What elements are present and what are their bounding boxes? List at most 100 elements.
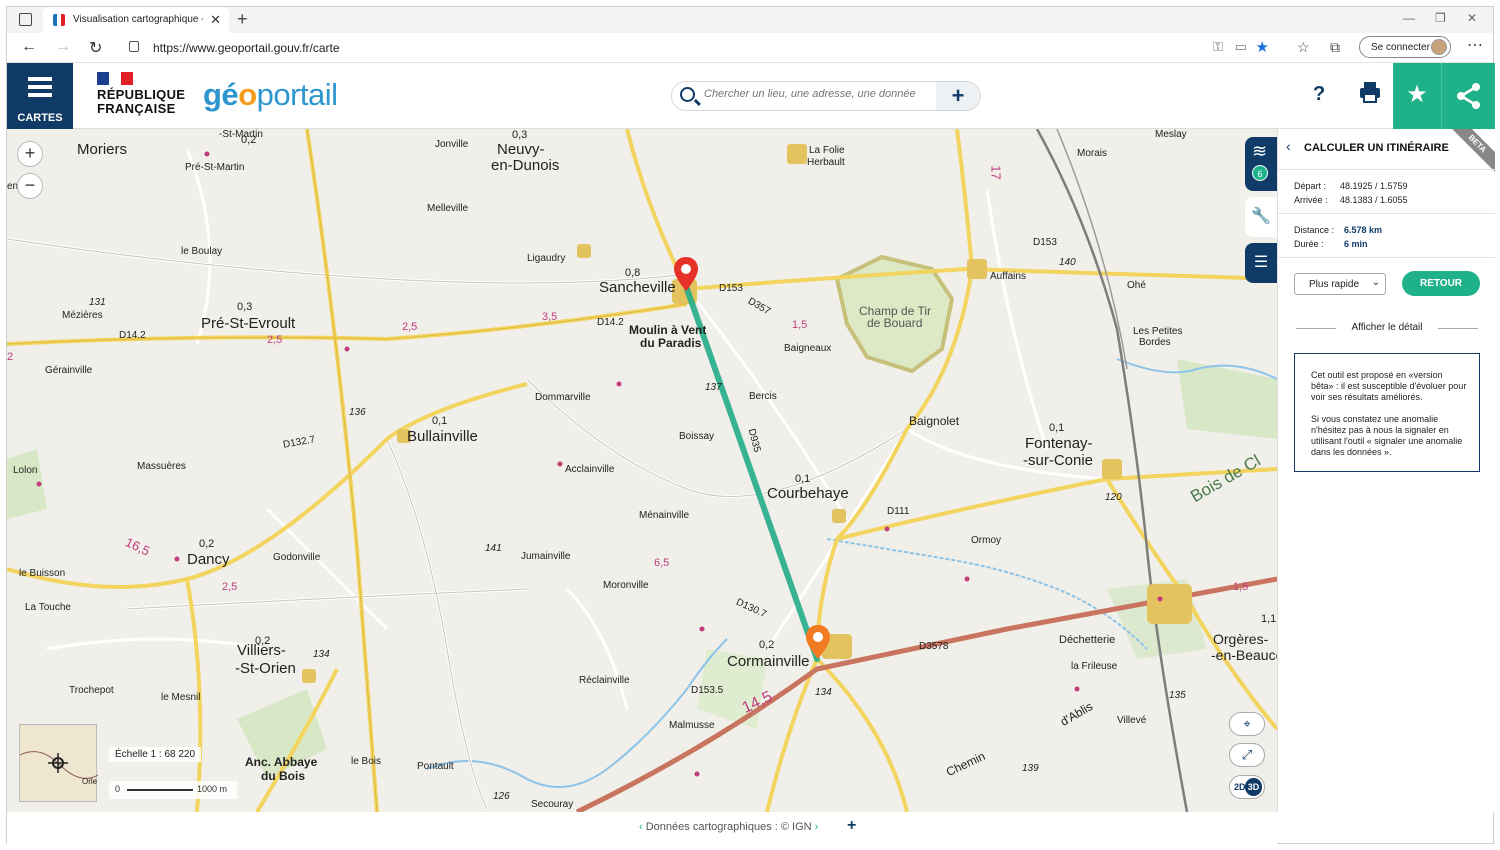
favorites-button[interactable]: ★ (1393, 63, 1441, 129)
divider (1278, 169, 1495, 170)
back-chevron-icon[interactable]: ‹ (1286, 138, 1291, 154)
help-icon[interactable]: ? (1313, 83, 1325, 106)
tab-title: Visualisation cartographique - G (73, 14, 203, 25)
road-label: D153 (1033, 237, 1057, 248)
advanced-search-plus-icon[interactable]: + (936, 82, 980, 110)
search-input[interactable] (704, 88, 934, 100)
layers-button[interactable]: ≋ 6 (1245, 137, 1277, 191)
road-label: D153 (719, 283, 743, 294)
place-label: Déchetterie (1059, 634, 1116, 646)
minimap-label: Orle (82, 777, 98, 786)
place-label: la Frileuse (1071, 661, 1118, 672)
search-icon[interactable] (680, 87, 695, 102)
altitude-label: 120 (1105, 492, 1122, 503)
view-2d3d-toggle[interactable]: 2D 3D (1229, 775, 1265, 799)
avatar (1431, 39, 1447, 55)
elevation-label: 0,1 (795, 473, 811, 485)
cartes-label: CARTES (17, 112, 63, 124)
altitude-label: 131 (89, 297, 106, 308)
logo-portail: portail (256, 77, 338, 112)
place-label: de Bouard (867, 316, 923, 330)
back-icon[interactable]: ← (21, 38, 37, 56)
geoportail-logo[interactable]: géoportail (203, 77, 338, 113)
credits[interactable]: ‹ Données cartographiques : © IGN › (639, 821, 818, 833)
url-box[interactable]: https://www.geoportail.gouv.fr/carte ⚿ ▭… (119, 36, 1269, 59)
minimap-graphic (20, 751, 98, 779)
signin-label: Se connecter (1371, 42, 1430, 53)
lock-icon[interactable] (129, 41, 139, 52)
legend-button[interactable]: ☰ (1245, 243, 1277, 283)
route-mode-select[interactable]: Plus rapide ⌄ (1294, 273, 1386, 295)
show-detail-link[interactable]: Afficher le détail (1296, 322, 1478, 333)
chevron-right-icon[interactable]: › (812, 821, 819, 833)
duree-label: Durée : (1294, 239, 1324, 249)
road-label: D153.5 (691, 685, 724, 696)
distance-label: 1,5 (792, 319, 808, 331)
place-label: Fontenay- (1025, 435, 1093, 452)
share-button[interactable] (1441, 63, 1495, 129)
mode-3d[interactable]: 3D (1245, 778, 1262, 796)
place-label: La Folie (809, 145, 845, 156)
place-label: Moronville (603, 580, 649, 591)
elevation-label: 0,2 (759, 639, 775, 651)
place-label: Melleville (427, 203, 469, 214)
chevron-left-icon[interactable]: ‹ (639, 821, 646, 833)
close-window-icon[interactable]: ✕ (1467, 11, 1477, 25)
place-label: du Paradis (640, 336, 702, 350)
refresh-icon[interactable]: ↻ (89, 38, 102, 58)
print-icon[interactable] (1357, 79, 1383, 105)
elevation-label: 0,1 (1049, 422, 1065, 434)
more-icon[interactable]: ⋯ (1467, 35, 1483, 55)
close-tab-icon[interactable]: ✕ (210, 12, 221, 28)
geolocate-button[interactable]: ⌖ (1229, 712, 1265, 736)
map-canvas[interactable]: Moriers Pré-St-Martin Jonville Neuvy- en… (7, 129, 1277, 812)
restore-icon[interactable]: ❐ (1435, 11, 1446, 25)
footer-plus-button[interactable]: + (847, 817, 856, 835)
reader-icon[interactable]: ▭ (1235, 39, 1247, 55)
key-icon[interactable]: ⚿ (1213, 39, 1223, 55)
distance-label: 2,5 (267, 334, 283, 346)
place-label: Sancheville (599, 279, 676, 296)
app-header: CARTES RÉPUBLIQUE FRANÇAISE géoportail +… (7, 63, 1495, 129)
favorites-icon[interactable]: ☆ (1297, 39, 1310, 56)
marianne-flag-icon (97, 72, 133, 85)
place-label: le Bois (351, 756, 382, 767)
place-label: Bordes (1139, 337, 1171, 348)
fullscreen-button[interactable]: ⤢ (1229, 743, 1265, 767)
forward-icon[interactable]: → (55, 38, 71, 56)
distance-label: 17 (988, 165, 1004, 180)
url-text[interactable]: https://www.geoportail.gouv.fr/carte (153, 41, 340, 55)
browser-tab[interactable]: Visualisation cartographique - G ✕ (43, 7, 229, 33)
favorite-star-icon[interactable]: ★ (1256, 38, 1269, 56)
notice-paragraph: Cet outil est proposé en «version bêta» … (1311, 370, 1467, 402)
place-label: Secouray (531, 799, 574, 810)
distance-label: 1,5 (1233, 581, 1249, 593)
mode-2d[interactable]: 2D (1234, 776, 1246, 798)
road-label: D14.2 (119, 330, 146, 341)
signin-button[interactable]: Se connecter (1359, 36, 1451, 58)
minimize-icon[interactable]: — (1403, 11, 1415, 25)
retour-button[interactable]: RETOUR (1402, 271, 1480, 296)
tab-actions-icon[interactable] (19, 13, 32, 26)
road-label: D111 (887, 506, 910, 517)
distance-label: 2,5 (402, 321, 418, 333)
elevation-label: 0,2 (199, 538, 215, 550)
route-mode-value: Plus rapide (1309, 279, 1360, 290)
collections-icon[interactable]: ⧉ (1330, 39, 1340, 56)
overview-minimap[interactable]: Orle (19, 724, 98, 802)
fullscreen-icon: ⤢ (1241, 747, 1253, 762)
map-footer: ‹ Données cartographiques : © IGN › + (7, 812, 1277, 845)
zoom-out-button[interactable]: − (17, 173, 43, 199)
place-label: Neuvy- (497, 141, 545, 158)
zoom-in-button[interactable]: + (17, 141, 43, 167)
place-label: Pré-St-Martin (185, 162, 245, 173)
altitude-label: 141 (485, 543, 502, 554)
tools-button[interactable]: 🔧 (1245, 197, 1277, 237)
altitude-label: 134 (815, 687, 832, 698)
cartes-menu-button[interactable]: CARTES (7, 63, 73, 129)
republique-francaise-logo[interactable]: RÉPUBLIQUE FRANÇAISE (97, 72, 185, 116)
place-label: Meslay (1155, 129, 1187, 140)
place-label: le Boulay (181, 246, 223, 257)
republic-line1: RÉPUBLIQUE (97, 87, 186, 102)
new-tab-icon[interactable]: + (237, 9, 248, 30)
